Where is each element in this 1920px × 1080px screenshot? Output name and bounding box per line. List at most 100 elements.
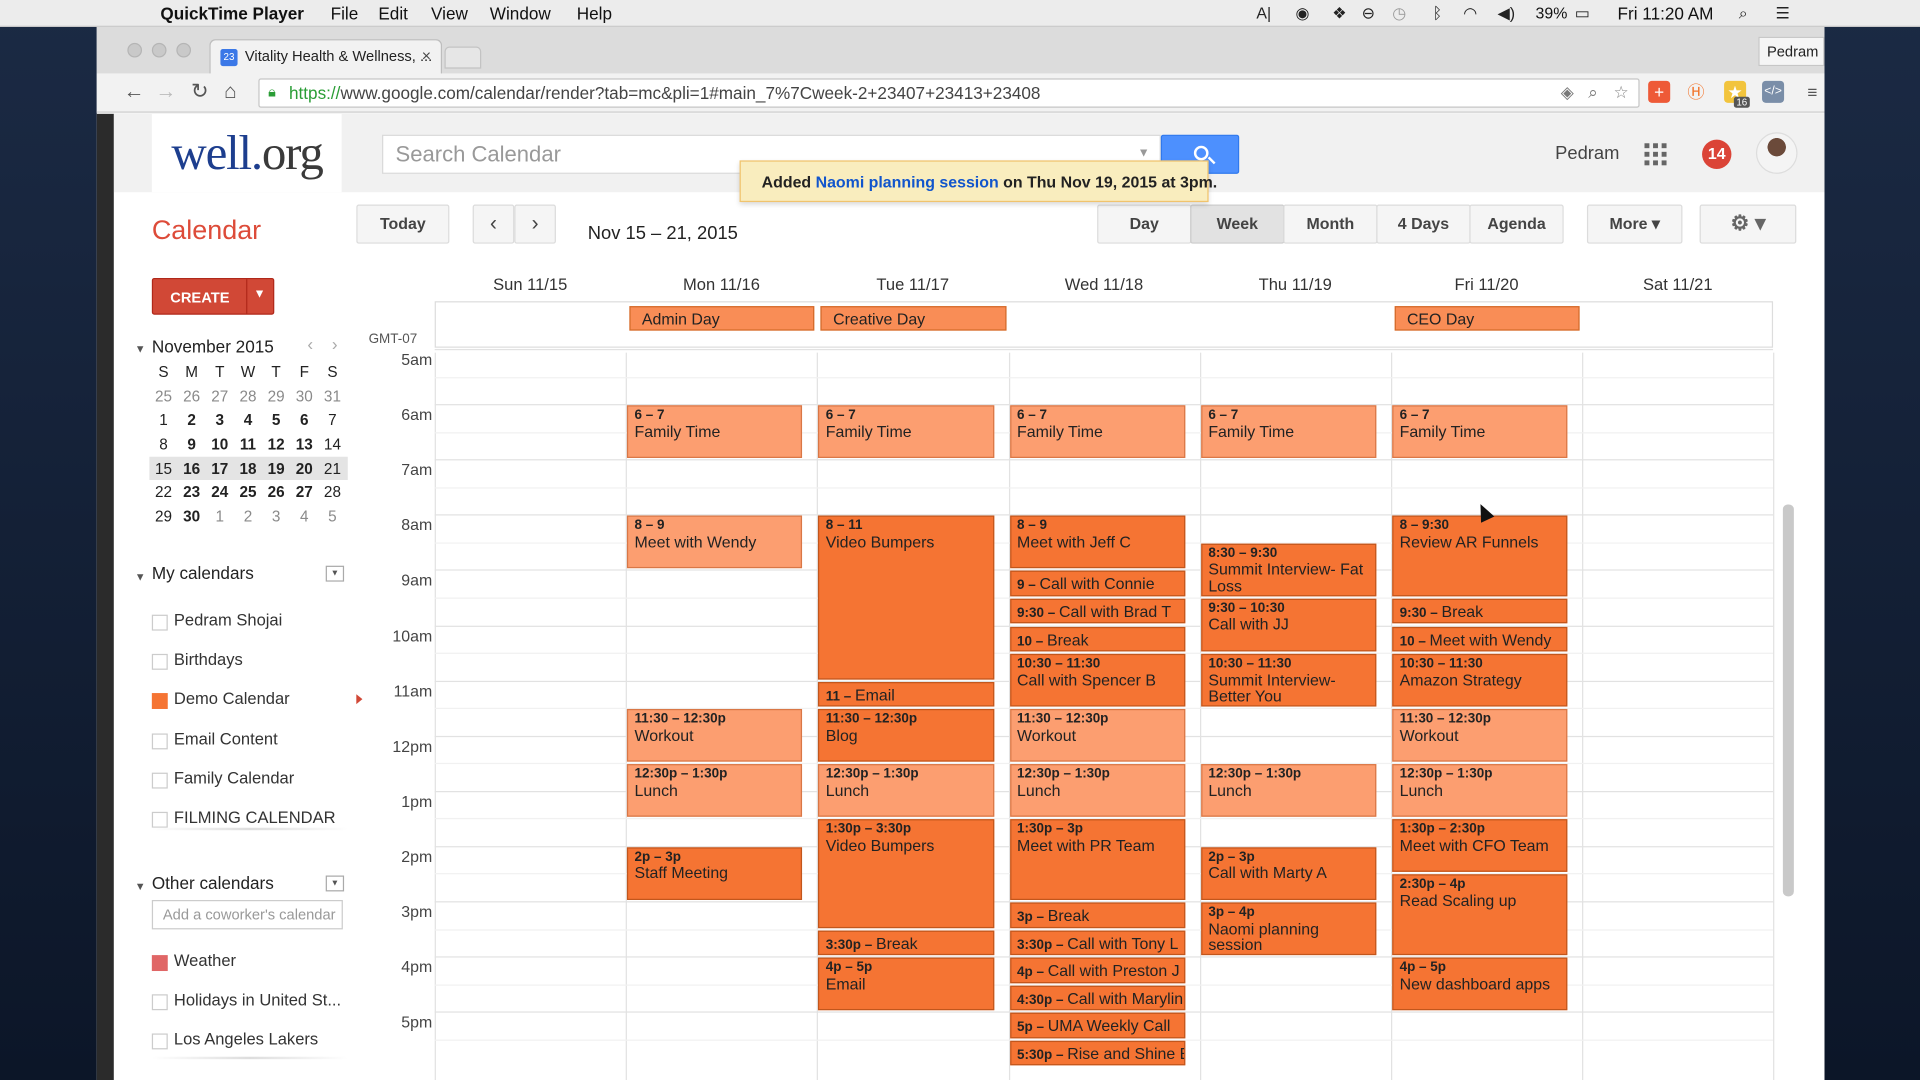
browser-tab-calendar[interactable]: 23 Vitality Health & Wellness, ... × bbox=[209, 39, 443, 74]
mini-day[interactable]: 28 bbox=[234, 388, 262, 405]
calendar-event[interactable]: 3p – Break bbox=[1009, 902, 1186, 928]
all-day-event[interactable]: Creative Day bbox=[820, 306, 1007, 331]
mini-day[interactable]: 25 bbox=[149, 388, 177, 405]
calendar-list-item[interactable]: Family Calendar bbox=[174, 769, 294, 787]
calendar-list-item[interactable]: Los Angeles Lakers bbox=[174, 1030, 318, 1048]
bookmark-star-icon[interactable]: ☆ bbox=[1610, 81, 1632, 103]
mini-day[interactable]: 3 bbox=[206, 412, 234, 429]
calendar-list-item[interactable]: Holidays in United St... bbox=[174, 991, 341, 1009]
calendar-event[interactable]: 6 – 7 Family Time bbox=[818, 405, 994, 459]
mini-day[interactable]: 30 bbox=[178, 508, 206, 525]
new-tab-button[interactable] bbox=[444, 46, 482, 69]
calendar-checkbox[interactable] bbox=[151, 693, 168, 710]
calendar-event[interactable]: 1:30p – 2:30p Meet with CFO Team bbox=[1392, 819, 1568, 873]
calendar-event[interactable]: 10 – Meet with Wendy bbox=[1392, 626, 1568, 652]
menubar-clock[interactable]: Fri 11:20 AM bbox=[1618, 4, 1714, 24]
input-source-icon[interactable]: A| bbox=[1256, 4, 1271, 22]
calendar-event[interactable]: 6 – 7 Family Time bbox=[1009, 405, 1186, 459]
more-button[interactable]: More ▾ bbox=[1586, 204, 1683, 244]
my-calendars-title[interactable]: My calendars bbox=[152, 563, 254, 583]
view-week-button[interactable]: Week bbox=[1190, 204, 1285, 244]
day-column-header[interactable]: Fri 11/20 bbox=[1391, 276, 1582, 294]
calendar-event[interactable]: 12:30p – 1:30p Lunch bbox=[1392, 764, 1568, 818]
mini-day[interactable]: 25 bbox=[234, 484, 262, 501]
calendar-list-item[interactable]: Email Content bbox=[174, 729, 278, 747]
apps-grid-icon[interactable] bbox=[1644, 143, 1667, 166]
volume-icon[interactable]: ◀) bbox=[1498, 4, 1516, 24]
calendar-event[interactable]: 10:30 – 11:30 Amazon Strategy bbox=[1392, 653, 1568, 707]
mini-prev-icon[interactable]: ‹ bbox=[307, 334, 313, 354]
mini-day[interactable]: 29 bbox=[149, 508, 177, 525]
calendar-event[interactable]: 8 – 9 Meet with Wendy bbox=[627, 515, 803, 569]
extension-plus-icon[interactable]: + bbox=[1648, 80, 1671, 103]
calendar-list-item[interactable]: Birthdays bbox=[174, 650, 243, 668]
calendar-checkbox[interactable] bbox=[151, 732, 168, 749]
notification-badge[interactable]: 14 bbox=[1702, 139, 1732, 169]
calendar-event[interactable]: 4p – Call with Preston J bbox=[1009, 957, 1186, 983]
mini-day[interactable]: 27 bbox=[206, 388, 234, 405]
notification-center-icon[interactable]: ☰ bbox=[1776, 4, 1790, 24]
create-button[interactable]: CREATE ▼ bbox=[151, 277, 275, 315]
calendar-event[interactable]: 11:30 – 12:30p Workout bbox=[627, 709, 803, 762]
mini-day[interactable]: 4 bbox=[290, 508, 318, 525]
mini-day[interactable]: 23 bbox=[178, 484, 206, 501]
calendar-checkbox[interactable] bbox=[151, 1033, 168, 1050]
mini-day[interactable]: 13 bbox=[290, 436, 318, 453]
record-icon[interactable]: ◉ bbox=[1296, 4, 1310, 24]
calendar-event[interactable]: 11 – Email bbox=[818, 681, 994, 707]
menu-file[interactable]: File bbox=[331, 4, 359, 24]
calendar-event[interactable]: 9:30 – 10:30 Call with JJ bbox=[1200, 598, 1377, 652]
calendar-event[interactable]: 4p – 5p Email bbox=[818, 957, 994, 1011]
battery-icon[interactable]: ▭ bbox=[1575, 4, 1590, 24]
mini-day[interactable]: 12 bbox=[262, 436, 290, 453]
hourly-grid[interactable]: 5am 6am 7am 8am 9am 10am 11am 12pm 1pm 2pm 3pm 4pm 5… bbox=[356, 348, 1784, 1080]
calendar-event[interactable]: 10 – Break bbox=[1009, 626, 1186, 652]
calendar-event[interactable]: 11:30 – 12:30p Workout bbox=[1009, 709, 1186, 762]
mini-day[interactable]: 24 bbox=[206, 484, 234, 501]
mini-day[interactable]: 11 bbox=[234, 436, 262, 453]
day-column-header[interactable]: Thu 11/19 bbox=[1200, 276, 1391, 294]
mini-day[interactable]: 18 bbox=[234, 460, 262, 477]
logo-container[interactable]: well.org bbox=[151, 113, 342, 193]
view-4days-button[interactable]: 4 Days bbox=[1376, 204, 1471, 244]
calendar-event[interactable]: 5:30p – Rise and Shine E bbox=[1009, 1040, 1186, 1066]
app-name-menu[interactable]: QuickTime Player bbox=[160, 4, 304, 24]
mini-day[interactable]: 26 bbox=[178, 388, 206, 405]
window-close-button[interactable] bbox=[127, 42, 143, 58]
other-calendars-menu-icon[interactable]: ▼ bbox=[325, 875, 345, 892]
mini-day[interactable]: 5 bbox=[318, 508, 346, 525]
menu-edit[interactable]: Edit bbox=[378, 4, 408, 24]
calendar-event[interactable]: 4p – 5p New dashboard apps bbox=[1392, 957, 1568, 1011]
close-tab-icon[interactable]: × bbox=[422, 47, 431, 65]
collapse-other-calendars-icon[interactable]: ▼ bbox=[135, 880, 146, 892]
calendar-event[interactable]: 9:30 – Break bbox=[1392, 598, 1568, 624]
window-zoom-button[interactable] bbox=[176, 42, 192, 58]
add-coworker-input[interactable]: Add a coworker's calendar bbox=[151, 900, 343, 930]
chrome-menu-icon[interactable]: ≡ bbox=[1801, 81, 1823, 103]
wifi-icon[interactable]: ◠ bbox=[1463, 4, 1477, 24]
mini-day[interactable]: 2 bbox=[178, 412, 206, 429]
mini-day[interactable]: 14 bbox=[318, 436, 346, 453]
day-column-header[interactable]: Wed 11/18 bbox=[1008, 276, 1199, 294]
mini-day[interactable]: 2 bbox=[234, 508, 262, 525]
home-icon[interactable]: ⌂ bbox=[224, 80, 237, 104]
mini-day[interactable]: 3 bbox=[262, 508, 290, 525]
mini-day[interactable]: 17 bbox=[206, 460, 234, 477]
search-options-caret-icon[interactable]: ▼ bbox=[1138, 147, 1150, 160]
collapse-my-calendars-icon[interactable]: ▼ bbox=[135, 571, 146, 583]
chevron-right-icon[interactable]: › bbox=[514, 204, 556, 244]
menu-window[interactable]: Window bbox=[490, 4, 551, 24]
mini-day[interactable]: 5 bbox=[262, 412, 290, 429]
all-day-event[interactable]: Admin Day bbox=[629, 306, 815, 331]
mini-day[interactable]: 26 bbox=[262, 484, 290, 501]
mini-day[interactable]: 15 bbox=[149, 460, 177, 477]
mini-day[interactable]: 30 bbox=[290, 388, 318, 405]
calendar-event[interactable]: 8 – 11 Video Bumpers bbox=[818, 515, 994, 680]
view-agenda-button[interactable]: Agenda bbox=[1469, 204, 1564, 244]
mini-day[interactable]: 7 bbox=[318, 412, 346, 429]
calendar-event[interactable]: 4:30p – Call with Marylin bbox=[1009, 985, 1186, 1011]
calendar-event[interactable]: 12:30p – 1:30p Lunch bbox=[1200, 764, 1377, 818]
grid-scrollbar[interactable] bbox=[1782, 504, 1794, 897]
mini-day[interactable]: 1 bbox=[149, 412, 177, 429]
avatar[interactable] bbox=[1755, 132, 1798, 174]
